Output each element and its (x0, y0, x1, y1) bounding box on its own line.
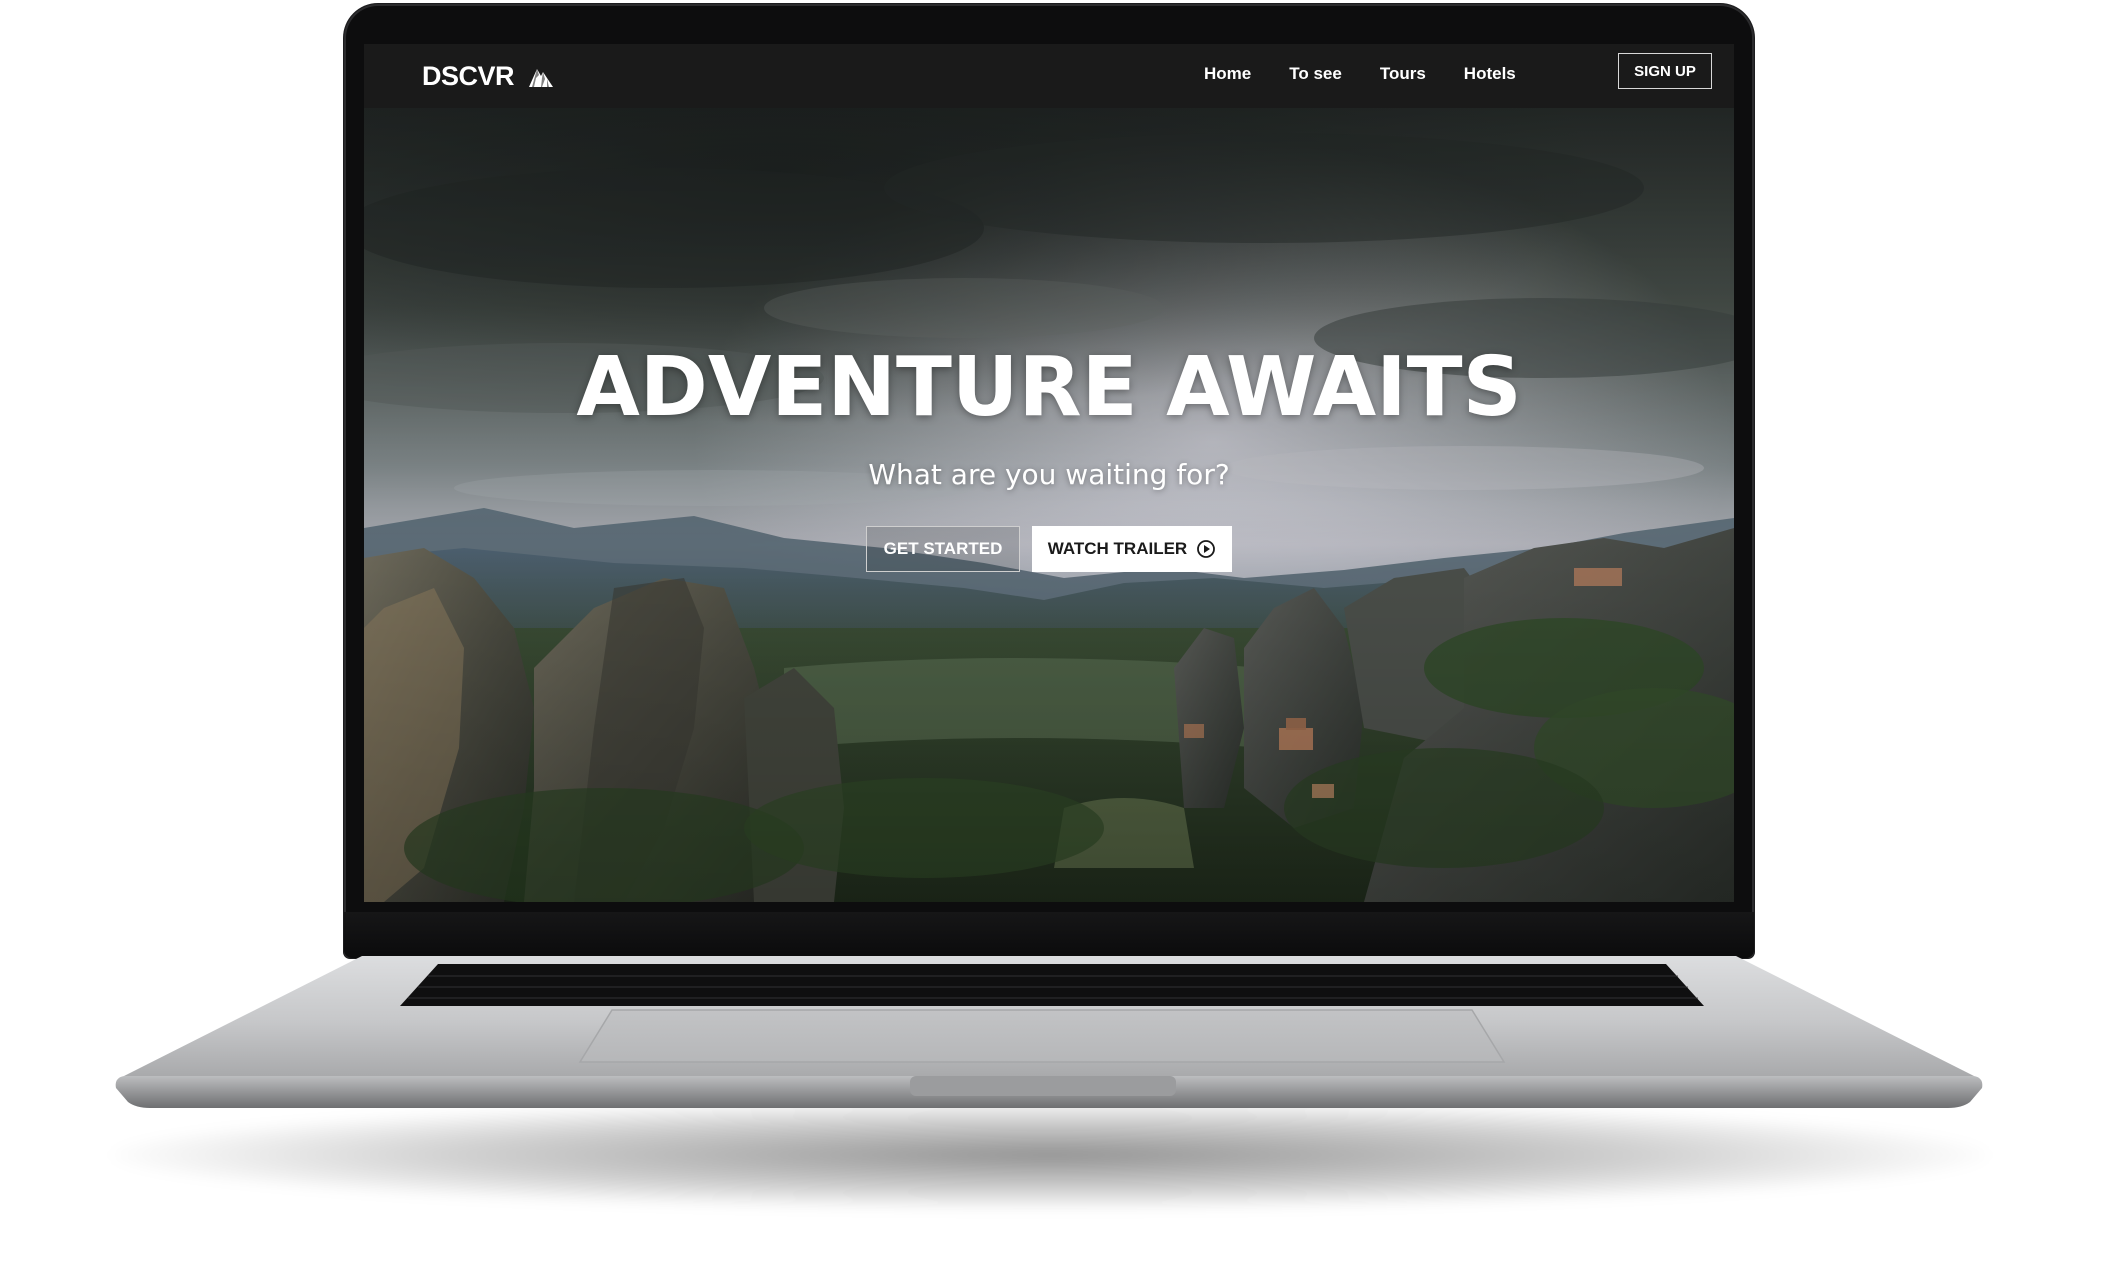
brand-logo[interactable]: DSCVR (422, 58, 554, 94)
laptop-mockup-stage: DSCVR Home To see Tours Hotels SIGN UP A… (0, 0, 2107, 1264)
nav-link-hotels[interactable]: Hotels (1464, 64, 1516, 84)
top-navbar: DSCVR Home To see Tours Hotels SIGN UP (364, 44, 1734, 108)
nav-links: Home To see Tours Hotels (1204, 64, 1516, 84)
get-started-button[interactable]: GET STARTED (866, 526, 1020, 572)
play-circle-icon (1196, 539, 1216, 559)
mountain-icon (528, 65, 554, 87)
watch-trailer-button[interactable]: WATCH TRAILER (1032, 526, 1232, 572)
laptop-base (112, 956, 1986, 1116)
laptop-shadow (110, 1100, 1990, 1210)
nav-link-home[interactable]: Home (1204, 64, 1251, 84)
hero-subtitle: What are you waiting for? (868, 458, 1230, 491)
hero-background-image (364, 108, 1734, 902)
hero-cta-row: GET STARTED WATCH TRAILER (364, 526, 1734, 572)
sign-up-button[interactable]: SIGN UP (1618, 53, 1712, 89)
laptop-screen: DSCVR Home To see Tours Hotels SIGN UP A… (364, 44, 1734, 902)
hero-section: ADVENTURE AWAITS What are you waiting fo… (364, 108, 1734, 902)
laptop-lid-chin (344, 912, 1754, 958)
watch-trailer-label: WATCH TRAILER (1047, 539, 1188, 558)
brand-name: DSCVR (422, 60, 515, 91)
hero-title: ADVENTURE AWAITS (576, 340, 1522, 435)
nav-link-to-see[interactable]: To see (1289, 64, 1342, 84)
nav-link-tours[interactable]: Tours (1380, 64, 1426, 84)
